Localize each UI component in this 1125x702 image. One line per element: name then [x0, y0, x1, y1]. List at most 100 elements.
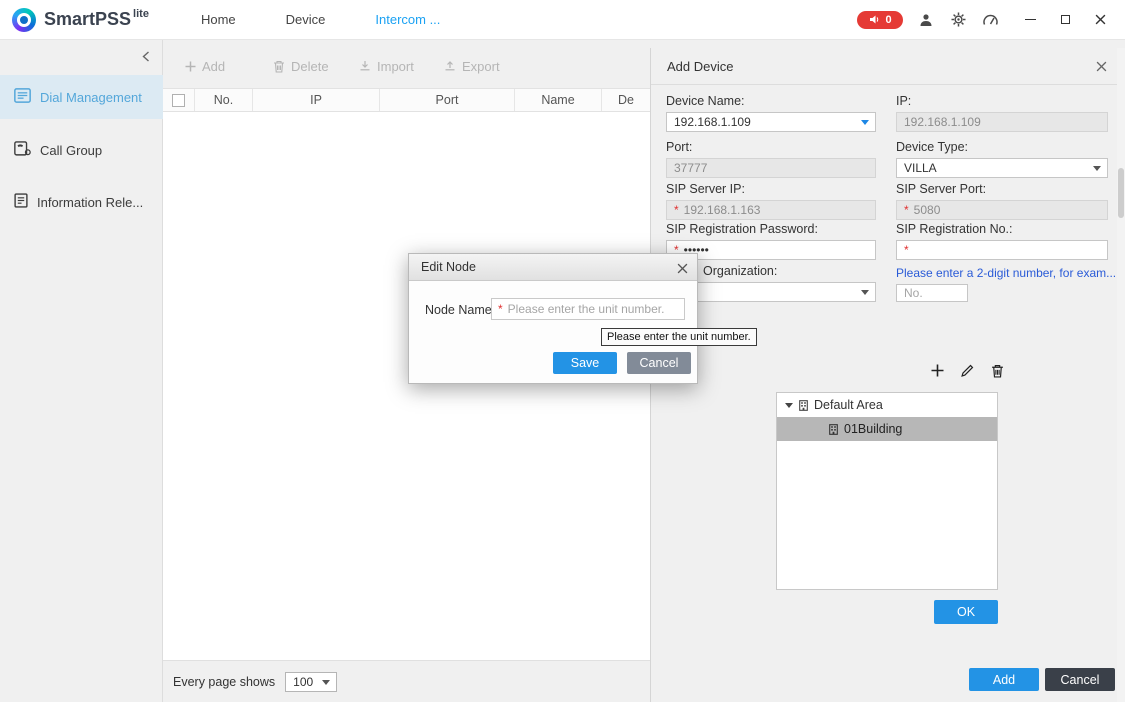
select-all-column — [163, 89, 195, 111]
tree-expander-icon[interactable] — [785, 403, 793, 408]
page-size-label: Every page shows — [173, 675, 275, 689]
brand-suffix: lite — [133, 8, 149, 20]
column-device[interactable]: De — [602, 89, 650, 111]
cancel-button[interactable]: Cancel — [1045, 668, 1115, 691]
titlebar: SmartPSS lite Home Device Intercom ... 0 — [0, 0, 1125, 40]
sidebar-collapse-button[interactable] — [138, 48, 154, 64]
delete-toolbar-button[interactable]: Delete — [273, 52, 329, 80]
column-name[interactable]: Name — [515, 89, 602, 111]
panel-divider — [651, 84, 1125, 85]
node-name-input[interactable]: * Please enter the unit number. — [491, 298, 685, 320]
node-name-label: Node Name — [425, 303, 492, 317]
tab-home[interactable]: Home — [201, 12, 236, 27]
delete-node-icon[interactable] — [989, 362, 1006, 379]
column-no[interactable]: No. — [195, 89, 253, 111]
add-button[interactable]: Add — [969, 668, 1039, 691]
dialog-cancel-button[interactable]: Cancel — [627, 352, 691, 374]
sip-password-label: SIP Registration Password: — [666, 222, 818, 236]
delete-label: Delete — [291, 59, 329, 74]
column-ip[interactable]: IP — [253, 89, 380, 111]
node-name-placeholder: Please enter the unit number. — [508, 302, 665, 316]
required-asterisk: * — [674, 203, 679, 217]
information-release-icon — [14, 193, 28, 211]
device-table-header: No. IP Port Name De — [163, 88, 650, 112]
sip-server-port-value: 5080 — [914, 203, 941, 217]
device-name-label: Device Name: — [666, 94, 745, 108]
tab-intercom[interactable]: Intercom ... — [375, 12, 440, 27]
building-icon — [799, 400, 808, 411]
required-asterisk: * — [498, 302, 503, 316]
sip-reg-no-field[interactable]: * — [896, 240, 1108, 260]
page-size-value: 100 — [293, 675, 313, 689]
window-controls — [1021, 11, 1109, 29]
organization-label: Organization: — [703, 264, 777, 278]
sidebar-item-information-release[interactable]: Information Rele... — [0, 180, 163, 224]
port-value: 37777 — [674, 161, 707, 175]
import-toolbar-button[interactable]: Import — [359, 52, 414, 80]
chevron-down-icon — [1093, 166, 1101, 171]
tab-device[interactable]: Device — [286, 12, 326, 27]
main-tabs: Home Device Intercom ... — [201, 12, 440, 27]
input-tooltip: Please enter the unit number. — [601, 328, 757, 346]
save-button[interactable]: Save — [553, 352, 617, 374]
edit-node-icon[interactable] — [959, 362, 976, 379]
scrollbar-thumb[interactable] — [1118, 168, 1124, 218]
user-icon[interactable] — [917, 11, 935, 29]
ok-button[interactable]: OK — [934, 600, 998, 624]
required-asterisk: * — [904, 243, 909, 257]
add-node-icon[interactable] — [929, 362, 946, 379]
ip-label: IP: — [896, 94, 911, 108]
edit-node-dialog: Edit Node Node Name * Please enter the u… — [408, 253, 698, 384]
dialog-close-icon[interactable] — [676, 262, 688, 274]
maximize-button[interactable] — [1056, 11, 1074, 29]
ip-value: 192.168.1.109 — [904, 115, 981, 129]
import-label: Import — [377, 59, 414, 74]
dial-management-icon — [14, 88, 31, 106]
sidebar-item-label: Call Group — [40, 143, 102, 158]
sip-reg-no-label: SIP Registration No.: — [896, 222, 1013, 236]
port-label: Port: — [666, 140, 692, 154]
add-label: Add — [202, 59, 225, 74]
gear-icon[interactable] — [949, 11, 967, 29]
sidebar-item-call-group[interactable]: Call Group — [0, 128, 163, 172]
chevron-down-icon — [322, 680, 330, 685]
tree-node-label: Default Area — [814, 398, 883, 412]
tree-node-default-area[interactable]: Default Area — [777, 393, 997, 417]
sip-server-ip-value: 192.168.1.163 — [684, 203, 761, 217]
minimize-button[interactable] — [1021, 11, 1039, 29]
add-device-toolbar-button[interactable]: Add — [185, 52, 225, 80]
device-type-label: Device Type: — [896, 140, 968, 154]
call-group-icon — [14, 141, 31, 159]
panel-close-icon[interactable] — [1095, 60, 1107, 72]
device-type-select[interactable]: VILLA — [896, 158, 1108, 178]
sidebar-item-dial-management[interactable]: Dial Management — [0, 75, 163, 119]
panel-title: Add Device — [667, 59, 733, 74]
port-field: 37777 — [666, 158, 876, 178]
sidebar: Dial Management Call Group Information R… — [0, 40, 163, 702]
alarm-badge[interactable]: 0 — [857, 11, 903, 29]
tree-node-building[interactable]: 01Building — [777, 417, 997, 441]
column-port[interactable]: Port — [380, 89, 515, 111]
device-name-combo[interactable]: 192.168.1.109 — [666, 112, 876, 132]
sip-server-port-label: SIP Server Port: — [896, 182, 986, 196]
alarm-count: 0 — [885, 14, 891, 26]
tree-toolbar — [929, 362, 1006, 379]
app-logo-icon — [12, 8, 36, 32]
page-size-select[interactable]: 100 — [285, 672, 337, 692]
device-name-value: 192.168.1.109 — [674, 115, 751, 129]
required-asterisk: * — [904, 203, 909, 217]
performance-gauge-icon[interactable] — [981, 11, 999, 29]
chevron-down-icon — [861, 290, 869, 295]
import-icon — [359, 60, 371, 72]
dialog-titlebar[interactable]: Edit Node — [409, 254, 697, 281]
export-toolbar-button[interactable]: Export — [444, 52, 500, 80]
export-label: Export — [462, 59, 500, 74]
pagination-bar: Every page shows 100 — [163, 660, 650, 702]
close-button[interactable] — [1091, 11, 1109, 29]
number-placeholder: No. — [904, 286, 923, 300]
number-input[interactable]: No. — [896, 284, 968, 302]
export-icon — [444, 60, 456, 72]
select-all-checkbox[interactable] — [172, 94, 185, 107]
panel-scrollbar[interactable] — [1117, 48, 1125, 702]
sidebar-item-label: Information Rele... — [37, 195, 143, 210]
